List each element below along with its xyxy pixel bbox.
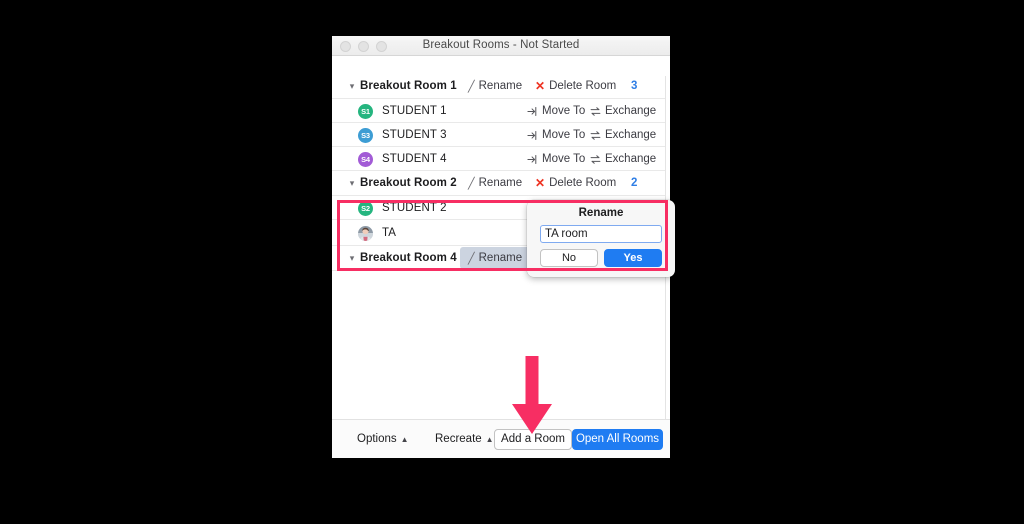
- close-x-icon: ✕: [535, 79, 546, 93]
- participant-row[interactable]: S1 STUDENT 1 Move To Exchange: [332, 99, 670, 123]
- room-participant-count: 3: [631, 80, 638, 92]
- room-name-label: Breakout Room 4: [360, 252, 457, 264]
- pencil-icon: ╱: [468, 252, 475, 265]
- chevron-down-icon[interactable]: ▾: [344, 81, 360, 91]
- exchange-label: Exchange: [605, 129, 657, 141]
- move-to-icon: [527, 130, 538, 141]
- move-to-label: Move To: [542, 129, 586, 141]
- participant-name: TA: [382, 227, 397, 239]
- add-a-room-button[interactable]: Add a Room: [494, 428, 572, 450]
- participant-name: STUDENT 1: [382, 105, 447, 117]
- rename-label: Rename: [478, 252, 523, 264]
- rename-dialog-title: Rename: [578, 207, 624, 219]
- rename-room-button[interactable]: ╱ Rename: [468, 252, 522, 265]
- exchange-button[interactable]: Exchange: [590, 129, 656, 141]
- move-to-button[interactable]: Move To: [527, 105, 585, 117]
- open-all-rooms-button[interactable]: Open All Rooms: [572, 428, 663, 450]
- participant-name: STUDENT 2: [382, 202, 447, 214]
- rename-dialog: Rename No Yes: [527, 200, 675, 277]
- avatar: S3: [358, 127, 373, 143]
- delete-room-label: Delete Room: [549, 80, 617, 92]
- chevron-up-icon: ▲: [485, 434, 494, 444]
- room-header-row[interactable]: ▾ Breakout Room 2 ╱ Rename ✕ Delete Room…: [332, 171, 670, 195]
- recreate-label: Recreate: [435, 433, 482, 445]
- move-to-label: Move To: [542, 153, 586, 165]
- window-titlebar: Breakout Rooms - Not Started: [332, 36, 670, 56]
- avatar: S4: [358, 151, 373, 167]
- pencil-icon: ╱: [468, 177, 475, 190]
- participant-name: STUDENT 4: [382, 153, 447, 165]
- avatar: S2: [358, 200, 373, 216]
- move-to-button[interactable]: Move To: [527, 153, 585, 165]
- rename-yes-button[interactable]: Yes: [604, 249, 662, 267]
- avatar: [358, 225, 373, 241]
- rename-room-button[interactable]: ╱ Rename: [468, 177, 522, 190]
- chevron-up-icon: ▲: [400, 434, 409, 444]
- rename-label: Rename: [478, 80, 523, 92]
- participant-row[interactable]: S4 STUDENT 4 Move To Exchange: [332, 147, 670, 171]
- room-participant-count: 2: [631, 177, 638, 189]
- chevron-down-icon[interactable]: ▾: [344, 178, 360, 188]
- exchange-icon: [590, 106, 601, 117]
- rename-input[interactable]: [540, 225, 662, 243]
- rename-room-button[interactable]: ╱ Rename: [468, 80, 522, 93]
- options-label: Options: [357, 433, 397, 445]
- rename-label: Rename: [478, 177, 523, 189]
- avatar: S1: [358, 103, 373, 119]
- move-to-label: Move To: [542, 105, 586, 117]
- chevron-down-icon[interactable]: ▾: [344, 253, 360, 263]
- footer-toolbar: Options ▲ Recreate ▲ Add a Room Open All…: [332, 419, 670, 458]
- delete-room-button[interactable]: ✕ Delete Room: [535, 80, 616, 92]
- participant-row[interactable]: S3 STUDENT 3 Move To Exchange: [332, 123, 670, 147]
- room-header-row[interactable]: ▾ Breakout Room 1 ╱ Rename ✕ Delete Room…: [332, 74, 670, 98]
- delete-room-button[interactable]: ✕ Delete Room: [535, 177, 616, 189]
- move-to-icon: [527, 106, 538, 117]
- avatar-photo-icon: [358, 225, 373, 241]
- room-name-label: Breakout Room 1: [360, 80, 457, 92]
- recreate-menu-button[interactable]: Recreate ▲: [435, 433, 494, 445]
- exchange-icon: [590, 154, 601, 165]
- pencil-icon: ╱: [468, 80, 475, 93]
- move-to-icon: [527, 154, 538, 165]
- move-to-button[interactable]: Move To: [527, 129, 585, 141]
- exchange-button[interactable]: Exchange: [590, 153, 656, 165]
- room-name-label: Breakout Room 2: [360, 177, 457, 189]
- rename-no-button[interactable]: No: [540, 249, 598, 267]
- participant-name: STUDENT 3: [382, 129, 447, 141]
- exchange-label: Exchange: [605, 153, 657, 165]
- close-x-icon: ✕: [535, 176, 546, 190]
- window-title: Breakout Rooms - Not Started: [422, 39, 580, 51]
- options-menu-button[interactable]: Options ▲: [357, 433, 409, 445]
- delete-room-label: Delete Room: [549, 177, 617, 189]
- exchange-icon: [590, 130, 601, 141]
- exchange-button[interactable]: Exchange: [590, 105, 656, 117]
- exchange-label: Exchange: [605, 105, 657, 117]
